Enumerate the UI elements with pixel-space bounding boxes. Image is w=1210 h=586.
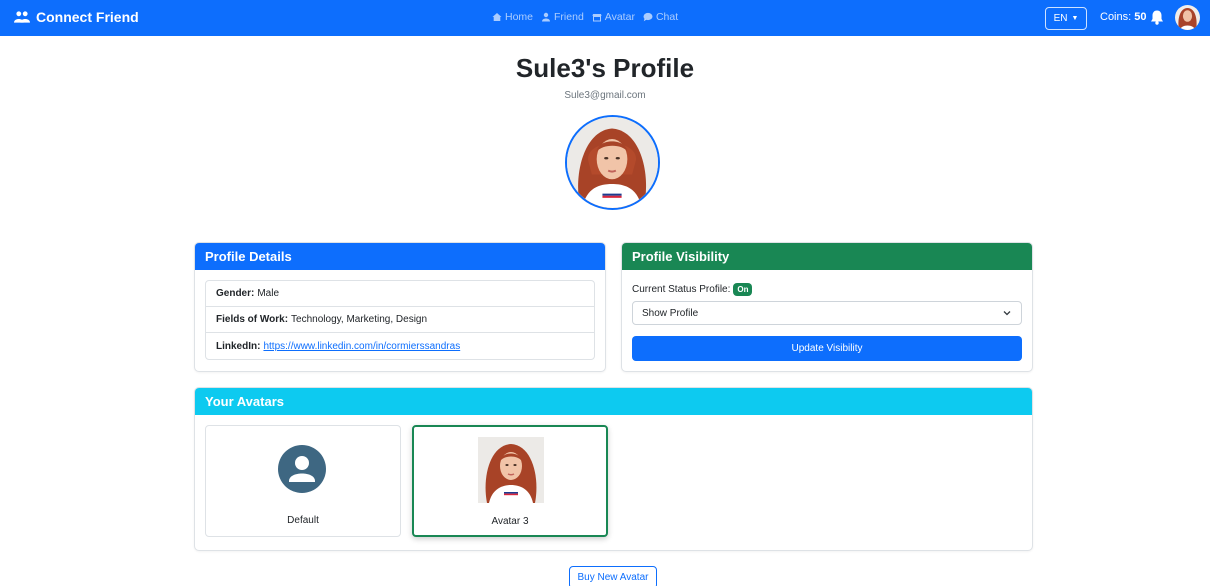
fields-row: Fields of Work: Technology, Marketing, D… [206,307,594,333]
home-icon [492,13,502,21]
coins-label: Coins: [1100,11,1132,23]
coins-display: Coins: 50 [1100,11,1147,23]
profile-email: Sule3@gmail.com [564,90,646,101]
language-label: EN [1053,13,1068,24]
visibility-select-value: Show Profile [642,307,699,319]
profile-visibility-header: Profile Visibility [622,243,1032,270]
nav-home-label: Home [505,11,534,23]
gender-row: Gender: Male [206,281,594,307]
status-row: Current Status Profile: On [632,283,753,296]
nav-home[interactable]: Home [492,11,533,23]
language-dropdown[interactable]: EN ▼ [1045,7,1087,30]
coins-value: 50 [1134,11,1147,23]
nav-friend-label: Friend [554,11,584,23]
nav-friend[interactable]: Friend [541,11,584,23]
avatar-option-avatar-3[interactable]: Avatar 3 [412,425,608,537]
profile-visibility-card: Profile Visibility Current Status Profil… [621,242,1033,372]
nav-links: Home Friend Avatar Chat [492,11,678,23]
brand-name: Connect Friend [36,9,139,25]
avatar-option-default[interactable]: Default [205,425,401,537]
status-label: Current Status Profile: [632,284,731,295]
user-icon [542,12,551,22]
profile-details-card: Profile Details Gender: Male Fields of W… [194,242,606,372]
page-title: Sule3's Profile [515,53,695,83]
brand-link[interactable]: Connect Friend [14,9,139,25]
buy-new-avatar-button[interactable]: Buy New Avatar [569,566,657,586]
nav-avatar[interactable]: Avatar [592,11,635,23]
avatar-3-image [478,437,544,503]
nav-chat-label: Chat [655,11,679,23]
linkedin-label: LinkedIn: [216,340,261,352]
default-user-icon [278,445,326,493]
top-navbar: Connect Friend Home Friend Avatar Chat E… [0,0,1210,36]
bell-icon[interactable] [1149,9,1165,25]
fields-value: Technology, Marketing, Design [291,314,428,325]
avatar-default-label: Default [287,515,319,526]
nav-avatar-image[interactable] [1175,5,1200,30]
linkedin-link[interactable]: https://www.linkedin.com/in/cormierssand… [263,341,460,352]
store-icon [592,14,602,22]
caret-down-icon: ▼ [1071,15,1079,22]
your-avatars-card: Your Avatars Default Avatar 3 [194,387,1033,551]
details-list: Gender: Male Fields of Work: Technology,… [205,280,595,360]
users-icon [14,11,30,23]
fields-label: Fields of Work: [216,314,289,325]
chevron-down-icon [1003,311,1011,316]
update-visibility-button[interactable]: Update Visibility [632,336,1022,361]
profile-details-header: Profile Details [195,243,605,270]
nav-chat[interactable]: Chat [643,11,678,23]
visibility-select[interactable]: Show Profile [632,301,1022,325]
nav-avatar-label: Avatar [604,11,635,23]
chat-icon [643,12,653,22]
linkedin-row: LinkedIn: https://www.linkedin.com/in/co… [206,333,594,359]
status-badge: On [733,283,753,296]
gender-value: Male [257,288,280,299]
gender-label: Gender: [216,288,255,299]
avatar-3-label: Avatar 3 [491,516,529,527]
your-avatars-header: Your Avatars [195,388,1032,415]
profile-picture [565,115,660,210]
